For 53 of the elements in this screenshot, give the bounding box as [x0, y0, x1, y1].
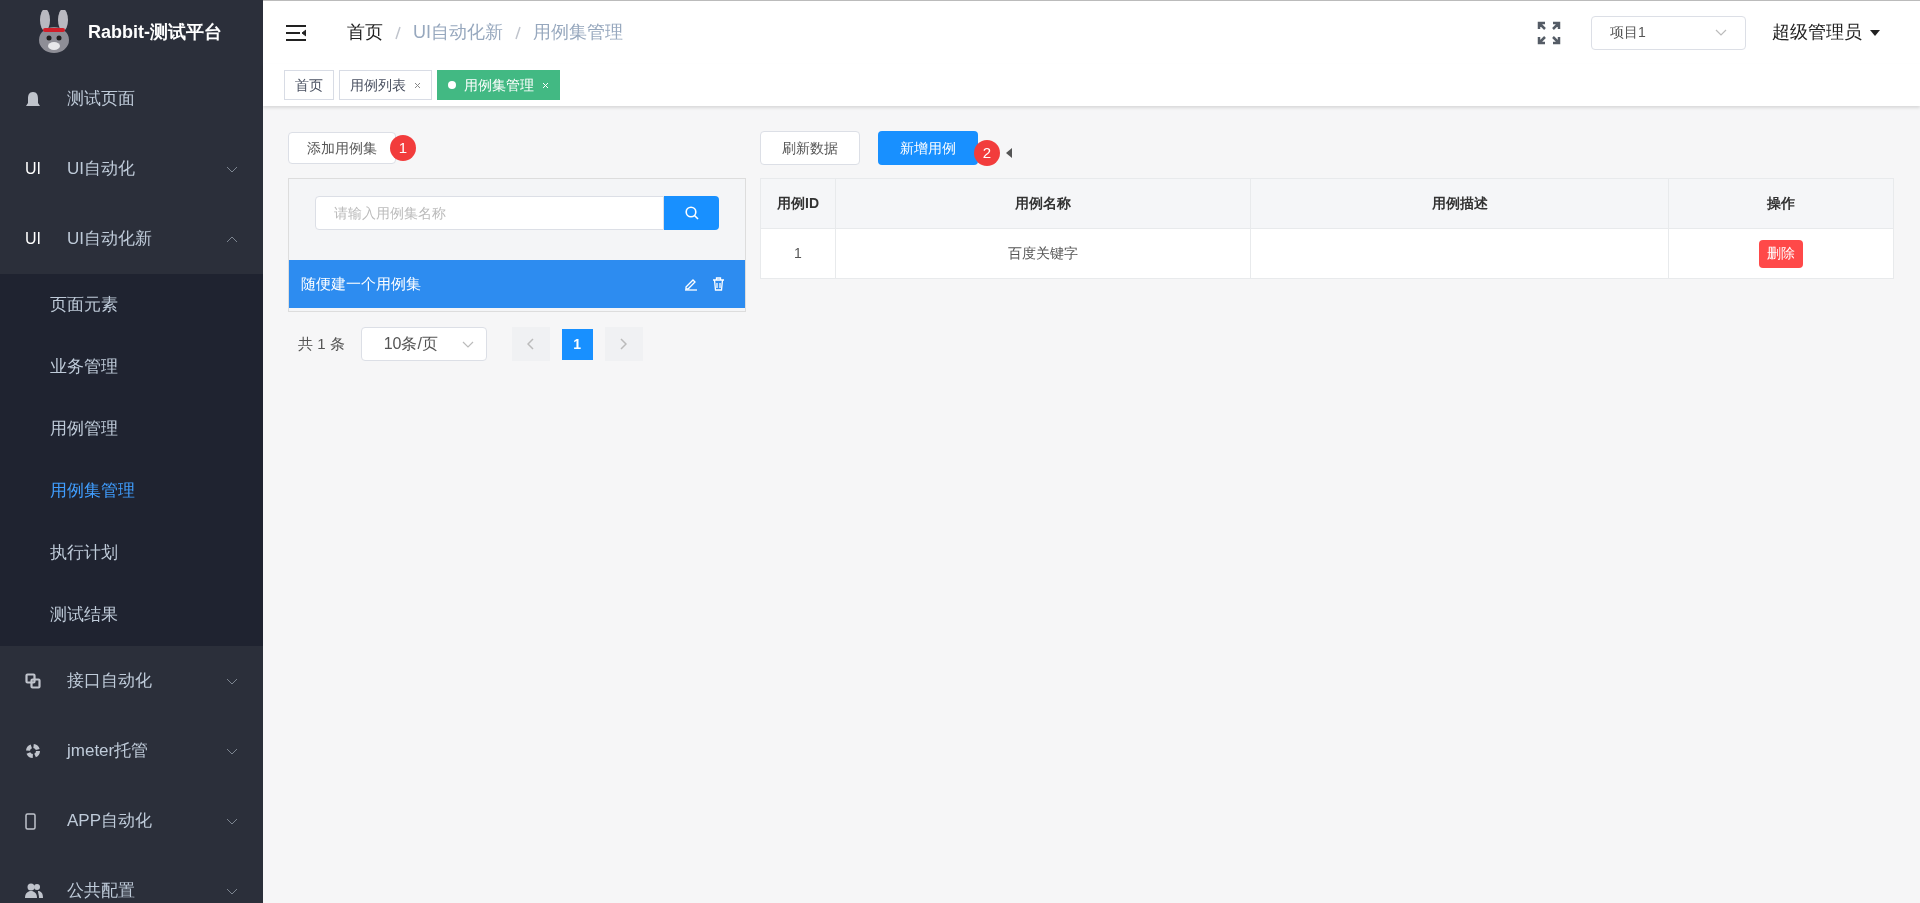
sidebar-item[interactable]: 测试页面 [0, 64, 263, 134]
search-field[interactable]: 请输入用例集名称 [315, 196, 664, 230]
column-header: 操作 [1668, 178, 1894, 229]
sidebar-item[interactable]: APP自动化 [0, 786, 263, 856]
app-title: Rabbit-测试平台 [88, 20, 222, 44]
submenu-item[interactable]: 测试结果 [0, 584, 263, 646]
menu-icon[interactable] [285, 23, 307, 42]
add-suite-button[interactable]: 添加用例集 [288, 132, 396, 164]
column-header: 用例ID [760, 178, 836, 229]
edit-icon[interactable] [684, 277, 698, 291]
icon-label: UI [25, 159, 41, 179]
chevron-right-icon [620, 338, 628, 350]
user-menu[interactable]: 超级管理员 [1772, 19, 1862, 46]
step-badge: 1 [390, 135, 416, 161]
project-select[interactable]: 项目1 [1591, 15, 1746, 50]
step-badge: 2 [974, 140, 1000, 166]
fullscreen-icon[interactable] [1537, 20, 1561, 45]
caret-left-icon [1006, 148, 1012, 158]
tab[interactable]: 用例列表 [339, 70, 432, 100]
total-count: 共 1 条 [298, 333, 345, 354]
chevron-left-icon [527, 338, 535, 350]
sidebar-item[interactable]: UI UI自动化 [0, 134, 263, 204]
users-icon [25, 883, 43, 899]
icon-label: UI [25, 229, 41, 249]
lifebuoy-icon [25, 743, 41, 759]
breadcrumb-link[interactable]: 首页 [347, 19, 383, 46]
column-header: 用例名称 [835, 178, 1251, 229]
refresh-button[interactable]: 刷新数据 [760, 131, 860, 165]
submenu-item[interactable]: 用例管理 [0, 398, 263, 460]
submenu-item[interactable]: 业务管理 [0, 336, 263, 398]
column-header: 用例描述 [1250, 178, 1669, 229]
sidebar-item[interactable]: 公共配置 [0, 856, 263, 903]
slash-separator-icon [515, 25, 521, 40]
trash-icon[interactable] [712, 277, 725, 291]
sidebar-item[interactable]: 接口自动化 [0, 646, 263, 716]
table-cell: 1 [760, 228, 836, 279]
search-button[interactable] [664, 196, 719, 230]
sidebar-item[interactable]: UI UI自动化新 [0, 204, 263, 274]
phone-icon [25, 812, 36, 830]
caret-down-icon[interactable] [1870, 29, 1880, 36]
submenu-item[interactable]: 执行计划 [0, 522, 263, 584]
sidebar-item[interactable]: jmeter托管 [0, 716, 263, 786]
submenu-item[interactable]: 用例集管理 [0, 460, 263, 522]
chevron-down-icon [461, 340, 474, 348]
chevron-down-icon [1715, 29, 1727, 36]
copy-icon [25, 673, 41, 689]
table-cell: 百度关键字 [835, 228, 1251, 279]
slash-separator-icon [395, 25, 401, 40]
close-icon[interactable] [414, 81, 421, 89]
submenu-item[interactable]: 页面元素 [0, 274, 263, 336]
tab[interactable]: 首页 [284, 70, 334, 100]
search-icon [684, 206, 699, 220]
page-size-select[interactable]: 10条/页 [360, 327, 487, 361]
